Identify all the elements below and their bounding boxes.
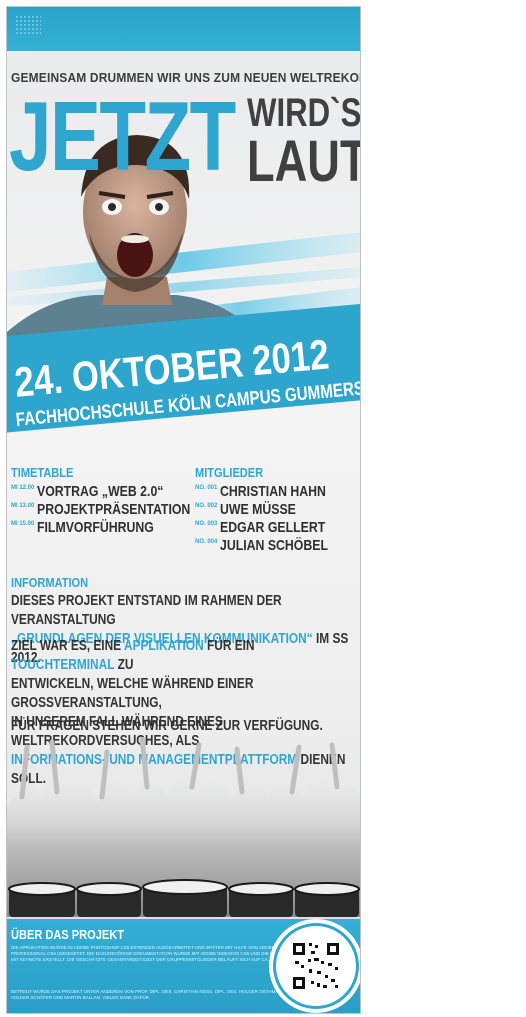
information-title: INFORMATION: [11, 575, 89, 590]
timetable-title: TIMETABLE: [11, 465, 74, 480]
headline-jetzt: JETZT: [9, 81, 236, 191]
members-title: MITGLIEDER: [195, 465, 264, 480]
footer-text-2: BETREUT WURDE DAS PROJEKT UNTER ANDEREM …: [11, 989, 301, 1000]
member-row: NO. 004 JULIAN SCHÖBEL: [195, 537, 352, 555]
timetable-time: MI 13.00: [11, 503, 35, 509]
information-paragraph-3: FÜR FRAGEN STEHEN WIR GERNE ZUR VERFÜGUN…: [11, 718, 323, 734]
timetable-label: VORTRAG „WEB 2.0“: [37, 483, 164, 500]
member-name: CHRISTIAN HAHN: [220, 483, 327, 500]
info-text: FÜR EIN: [203, 638, 255, 654]
qr-code-icon: [291, 941, 341, 991]
headline-wirds: WIRD`S: [247, 91, 361, 135]
info-text: DIESES PROJEKT ENTSTAND IM RAHMEN DER VE…: [11, 593, 282, 628]
member-name: JULIAN SCHÖBEL: [220, 537, 329, 554]
member-number: NO. 001: [195, 485, 218, 491]
member-number: NO. 002: [195, 503, 218, 509]
dot-pattern-icon: [15, 15, 41, 35]
member-name: EDGAR GELLERT: [220, 519, 326, 536]
timetable-time: MI 12.00: [11, 485, 35, 491]
footer-title: ÜBER DAS PROJEKT: [11, 927, 124, 942]
headline-laut: LAUT: [247, 129, 361, 194]
footer-text-1: DIE APPLIKATION WURDE IN ADOBE PHOTOSHOP…: [11, 945, 305, 962]
info-text: ENTWICKELN, WELCHE WÄHREND EINER GROSSVE…: [11, 676, 254, 711]
crowd-drums-image: [7, 737, 360, 917]
top-bar: [7, 7, 360, 51]
qr-code-badge[interactable]: [269, 919, 360, 1013]
member-name: UWE MÜSSE: [220, 501, 297, 518]
info-text: ZIEL WAR ES, EINE: [11, 638, 124, 654]
member-row: NO. 003 EDGAR GELLERT: [195, 519, 349, 537]
member-row: NO. 001 CHRISTIAN HAHN: [195, 483, 350, 501]
member-number: NO. 004: [195, 539, 218, 545]
info-text: ZU: [114, 657, 134, 673]
timetable-row: MI 12.00 VORTRAG „WEB 2.0“: [11, 483, 192, 501]
timetable-row: MI 15.00 FILMVORFÜHRUNG: [11, 519, 180, 537]
info-highlight: APPLIKATION: [123, 638, 204, 654]
member-row: NO. 002 UWE MÜSSE: [195, 501, 313, 519]
member-number: NO. 003: [195, 521, 218, 527]
timetable-label: PROJEKTPRÄSENTATION: [37, 501, 191, 518]
timetable-time: MI 15.00: [11, 521, 35, 527]
timetable-row: MI 13.00 PROJEKTPRÄSENTATION: [11, 501, 224, 519]
event-poster: GEMEINSAM DRUMMEN WIR UNS ZUM NEUEN WELT…: [6, 6, 361, 1014]
info-highlight: TOUCHTERMINAL: [11, 657, 115, 673]
timetable-label: FILMVORFÜHRUNG: [37, 519, 155, 536]
